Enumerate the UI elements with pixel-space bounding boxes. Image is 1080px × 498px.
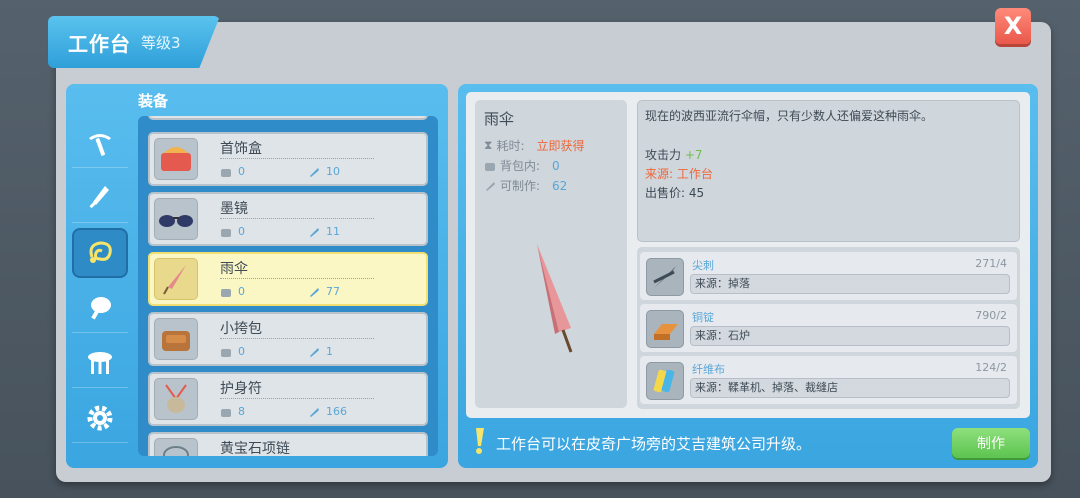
craftable-count: 11 (308, 225, 340, 238)
list-item[interactable]: 首饰盒 0 10 (148, 132, 428, 186)
bag-count: 8 (220, 405, 245, 418)
item-name: 首饰盒 (220, 141, 262, 157)
item-name: 雨伞 (220, 261, 248, 277)
hourglass-icon: ⧗ (484, 138, 493, 152)
craftable-row: 可制作: 62 (484, 177, 567, 194)
gear-icon (87, 405, 113, 430)
item-name: 墨镜 (220, 201, 248, 217)
pickaxe-icon (89, 133, 111, 156)
list-item[interactable]: 小挎包 0 1 (148, 312, 428, 366)
divider (220, 218, 374, 219)
craft-time-row: ⧗ 耗时: 立即获得 (484, 138, 585, 153)
material-row[interactable]: 尖刺 271/4 来源：掉落 (640, 252, 1017, 300)
copper-ingot-icon (646, 310, 684, 348)
sunglasses-icon (154, 198, 198, 240)
exclamation-icon (476, 428, 484, 454)
backpack-icon (221, 408, 231, 417)
material-name: 纤维布 (692, 363, 725, 376)
list-item[interactable]: 墨镜 0 11 (148, 192, 428, 246)
item-description: 现在的波西亚流行伞帽，只有少数人还偏爱这种雨伞。 (645, 109, 934, 123)
tab-furniture[interactable] (72, 338, 128, 388)
source-stat: 来源: 工作台 (645, 167, 713, 181)
bag-count: 0 (220, 345, 245, 358)
tab-accessories[interactable] (72, 228, 128, 278)
material-count: 124/2 (975, 361, 1007, 374)
backpack-icon (485, 162, 495, 171)
umbrella-icon (154, 258, 198, 300)
divider (220, 158, 374, 159)
item-name: 护身符 (220, 381, 262, 397)
material-row[interactable]: 纤维布 124/2 来源：鞣革机、掉落、裁缝店 (640, 356, 1017, 404)
upgrade-tip: 工作台可以在皮奇广场旁的艾吉建筑公司升级。 (496, 435, 812, 453)
material-count: 790/2 (975, 309, 1007, 322)
material-count: 271/4 (975, 257, 1007, 270)
bag-count-row: 背包内: 0 (484, 157, 560, 174)
accessory-icon (89, 241, 112, 263)
item-name: 黄宝石项链 (220, 441, 290, 456)
divider (220, 278, 374, 279)
list-item[interactable]: 黄宝石项链 (148, 432, 428, 456)
jewelry-box-icon (154, 138, 198, 180)
item-list[interactable]: 首饰盒 0 10 墨镜 0 11 雨伞 0 77 小挎包 0 1 护身符 8 1… (138, 116, 438, 456)
backpack-icon (221, 288, 231, 297)
craftable-count: 1 (308, 345, 333, 358)
list-item-partial (148, 116, 428, 120)
side-tab-bar (72, 118, 130, 448)
list-item-selected[interactable]: 雨伞 0 77 (148, 252, 428, 306)
material-source: 来源：石炉 (690, 326, 1010, 346)
bag-count: 0 (220, 285, 245, 298)
tab-weapons[interactable] (72, 173, 128, 223)
make-button[interactable]: 制作 (952, 428, 1030, 458)
wrench-icon (310, 227, 319, 237)
bag-count: 0 (220, 225, 245, 238)
backpack-icon (221, 348, 231, 357)
item-name: 小挎包 (220, 321, 262, 337)
sword-icon (89, 185, 109, 208)
tab-food[interactable] (72, 283, 128, 333)
material-name: 铜锭 (692, 311, 714, 324)
amulet-icon (154, 378, 198, 420)
workbench-level: 等级3 (141, 33, 181, 52)
necklace-icon (154, 438, 198, 456)
window-title: 工作台 (68, 31, 131, 56)
bag-count: 0 (220, 165, 245, 178)
wrench-icon (310, 407, 319, 417)
spike-icon (646, 258, 684, 296)
wrench-icon (310, 167, 319, 177)
material-source: 来源：鞣革机、掉落、裁缝店 (690, 378, 1010, 398)
backpack-icon (221, 228, 231, 237)
detail-item-name: 雨伞 (484, 110, 515, 128)
list-item[interactable]: 护身符 8 166 (148, 372, 428, 426)
craftable-count: 166 (308, 405, 347, 418)
craftable-count: 10 (308, 165, 340, 178)
craftable-count: 77 (308, 285, 340, 298)
wrench-icon (310, 347, 319, 357)
satchel-icon (154, 318, 198, 360)
divider (220, 338, 374, 339)
furniture-icon (88, 351, 112, 374)
window-title-tab: 工作台 等级3 (48, 16, 220, 68)
divider (220, 398, 374, 399)
price-stat: 出售价: 45 (645, 186, 705, 200)
material-name: 尖刺 (692, 259, 714, 272)
tab-parts[interactable] (72, 393, 128, 443)
fiber-cloth-icon (646, 362, 684, 400)
tab-tools[interactable] (72, 118, 128, 168)
attack-stat: 攻击力 +7 (645, 148, 703, 162)
food-icon (91, 296, 111, 319)
material-row[interactable]: 铜锭 790/2 来源：石炉 (640, 304, 1017, 352)
material-source: 来源：掉落 (690, 274, 1010, 294)
close-button[interactable]: X (995, 8, 1031, 44)
backpack-icon (221, 168, 231, 177)
wrench-icon (486, 181, 495, 191)
wrench-icon (310, 287, 319, 297)
category-label: 装备 (138, 92, 169, 110)
